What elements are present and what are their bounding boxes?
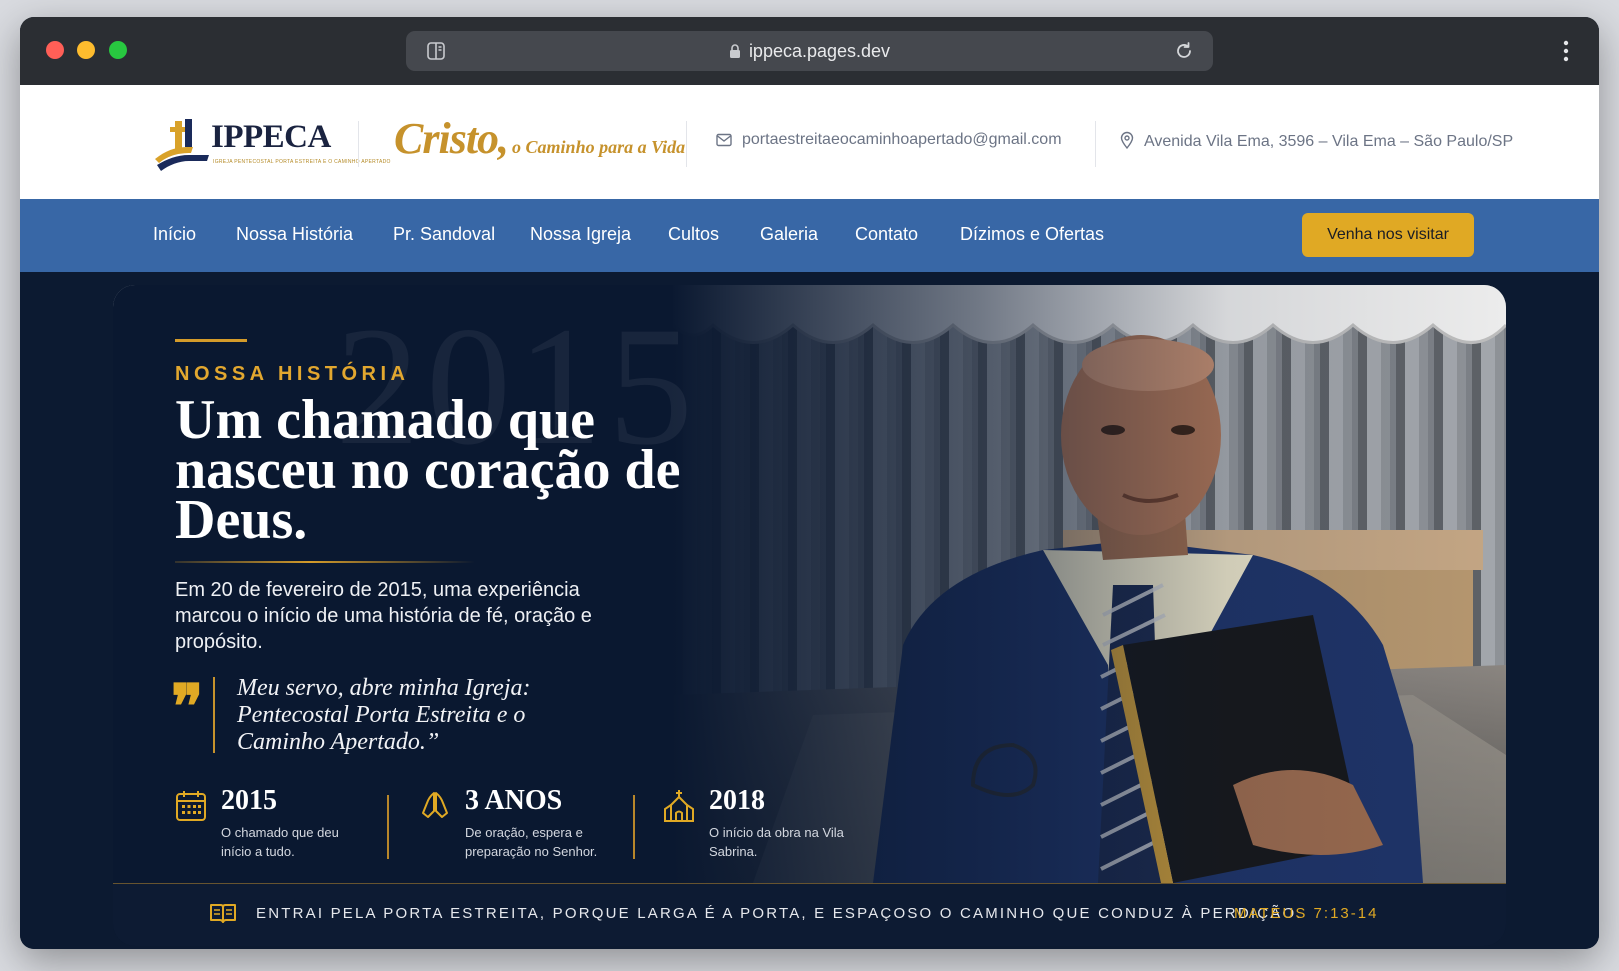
slogan-logo: Cristo, o Caminho para a Vida: [394, 113, 685, 164]
church-icon: [664, 790, 694, 822]
kicker-accent-line: [175, 339, 247, 342]
logo-tagline: IGREJA PENTECOSTAL PORTA ESTREITA E O CA…: [213, 159, 391, 165]
header-divider: [1095, 121, 1096, 167]
stat-value: 2018: [709, 785, 765, 816]
calendar-icon: [176, 791, 206, 821]
ippeca-logo[interactable]: IPPECA IGREJA PENTECOSTAL PORTA ESTREITA…: [153, 115, 390, 173]
hero-quote: Meu servo, abre minha Igreja: Pentecosta…: [237, 675, 531, 755]
maximize-window-button[interactable]: [109, 41, 127, 59]
stat-value: 2015: [221, 785, 277, 816]
nav-item-nossa-igreja[interactable]: Nossa Igreja: [530, 224, 631, 245]
verse-strip: ENTRAI PELA PORTA ESTREITA, PORQUE LARGA…: [113, 883, 1506, 946]
contact-address[interactable]: Avenida Vila Ema, 3596 – Vila Ema – São …: [1120, 131, 1513, 151]
stat-label: O chamado que deu início a tudo.: [221, 825, 339, 859]
nav-item-contato[interactable]: Contato: [855, 224, 918, 245]
quote-divider: [213, 677, 215, 753]
nav-item-galeria[interactable]: Galeria: [760, 224, 818, 245]
close-window-button[interactable]: [46, 41, 64, 59]
stat-divider: [387, 795, 389, 859]
stat-label: O início da obra na Vila Sabrina.: [709, 825, 844, 859]
ippeca-logo-mark-icon: [155, 119, 209, 171]
browser-toolbar: ippeca.pages.dev: [20, 17, 1599, 85]
lock-icon: [729, 44, 740, 58]
logo-name: IPPECA: [211, 119, 331, 155]
nav-item-nossa-historia[interactable]: Nossa História: [236, 224, 353, 245]
hero-card: 2015 NOSSA HISTÓRIA Um chamado que nasce…: [113, 285, 1506, 946]
open-bible-icon: [210, 904, 236, 923]
stat-divider: [633, 795, 635, 859]
stat-value: 3 ANOS: [465, 785, 563, 816]
nav-item-inicio[interactable]: Início: [153, 224, 196, 245]
email-text: portaestreitaeocaminhoapertado@gmail.com: [742, 131, 1062, 148]
nav-item-cultos[interactable]: Cultos: [668, 224, 719, 245]
stat-label: De oração, espera e preparação no Senhor…: [465, 825, 598, 859]
title-underline: [175, 561, 475, 563]
mail-icon: [716, 133, 732, 147]
hero-description: Em 20 de fevereiro de 2015, uma experiên…: [175, 579, 592, 653]
section-kicker: NOSSA HISTÓRIA: [175, 363, 410, 385]
url-text: ippeca.pages.dev: [748, 41, 891, 61]
visit-us-button[interactable]: Venha nos visitar: [1302, 213, 1474, 257]
browser-window: ippeca.pages.dev IPPECA IGREJA PENTECOST…: [20, 17, 1599, 949]
bible-verse-text: ENTRAI PELA PORTA ESTREITA, PORQUE LARGA…: [256, 905, 1303, 922]
bible-verse-reference: MATEUS 7:13-14: [1234, 905, 1379, 922]
main-navigation: Início Nossa História Pr. Sandoval Nossa…: [20, 199, 1599, 272]
more-menu-icon[interactable]: [1563, 39, 1569, 63]
nav-item-pr-sandoval[interactable]: Pr. Sandoval: [393, 224, 495, 245]
header-divider: [686, 121, 687, 167]
quote-icon: ❞: [171, 674, 204, 740]
minimize-window-button[interactable]: [77, 41, 95, 59]
address-bar[interactable]: ippeca.pages.dev: [406, 31, 1213, 71]
address-text: Avenida Vila Ema, 3596 – Vila Ema – São …: [1144, 133, 1514, 150]
contact-email[interactable]: portaestreitaeocaminhoapertado@gmail.com: [716, 131, 1062, 149]
location-pin-icon: [1120, 131, 1134, 150]
site-header: IPPECA IGREJA PENTECOSTAL PORTA ESTREITA…: [20, 85, 1599, 199]
nav-item-dizimos-e-ofertas[interactable]: Dízimos e Ofertas: [960, 224, 1104, 245]
slogan-main: Cristo,: [394, 114, 509, 163]
praying-hands-icon: [422, 792, 448, 818]
slogan-rest: o Caminho para a Vida: [512, 137, 686, 157]
hero-title: Um chamado que nasceu no coração de Deus…: [175, 389, 681, 551]
header-divider: [358, 121, 359, 167]
reload-icon[interactable]: [1173, 40, 1195, 62]
